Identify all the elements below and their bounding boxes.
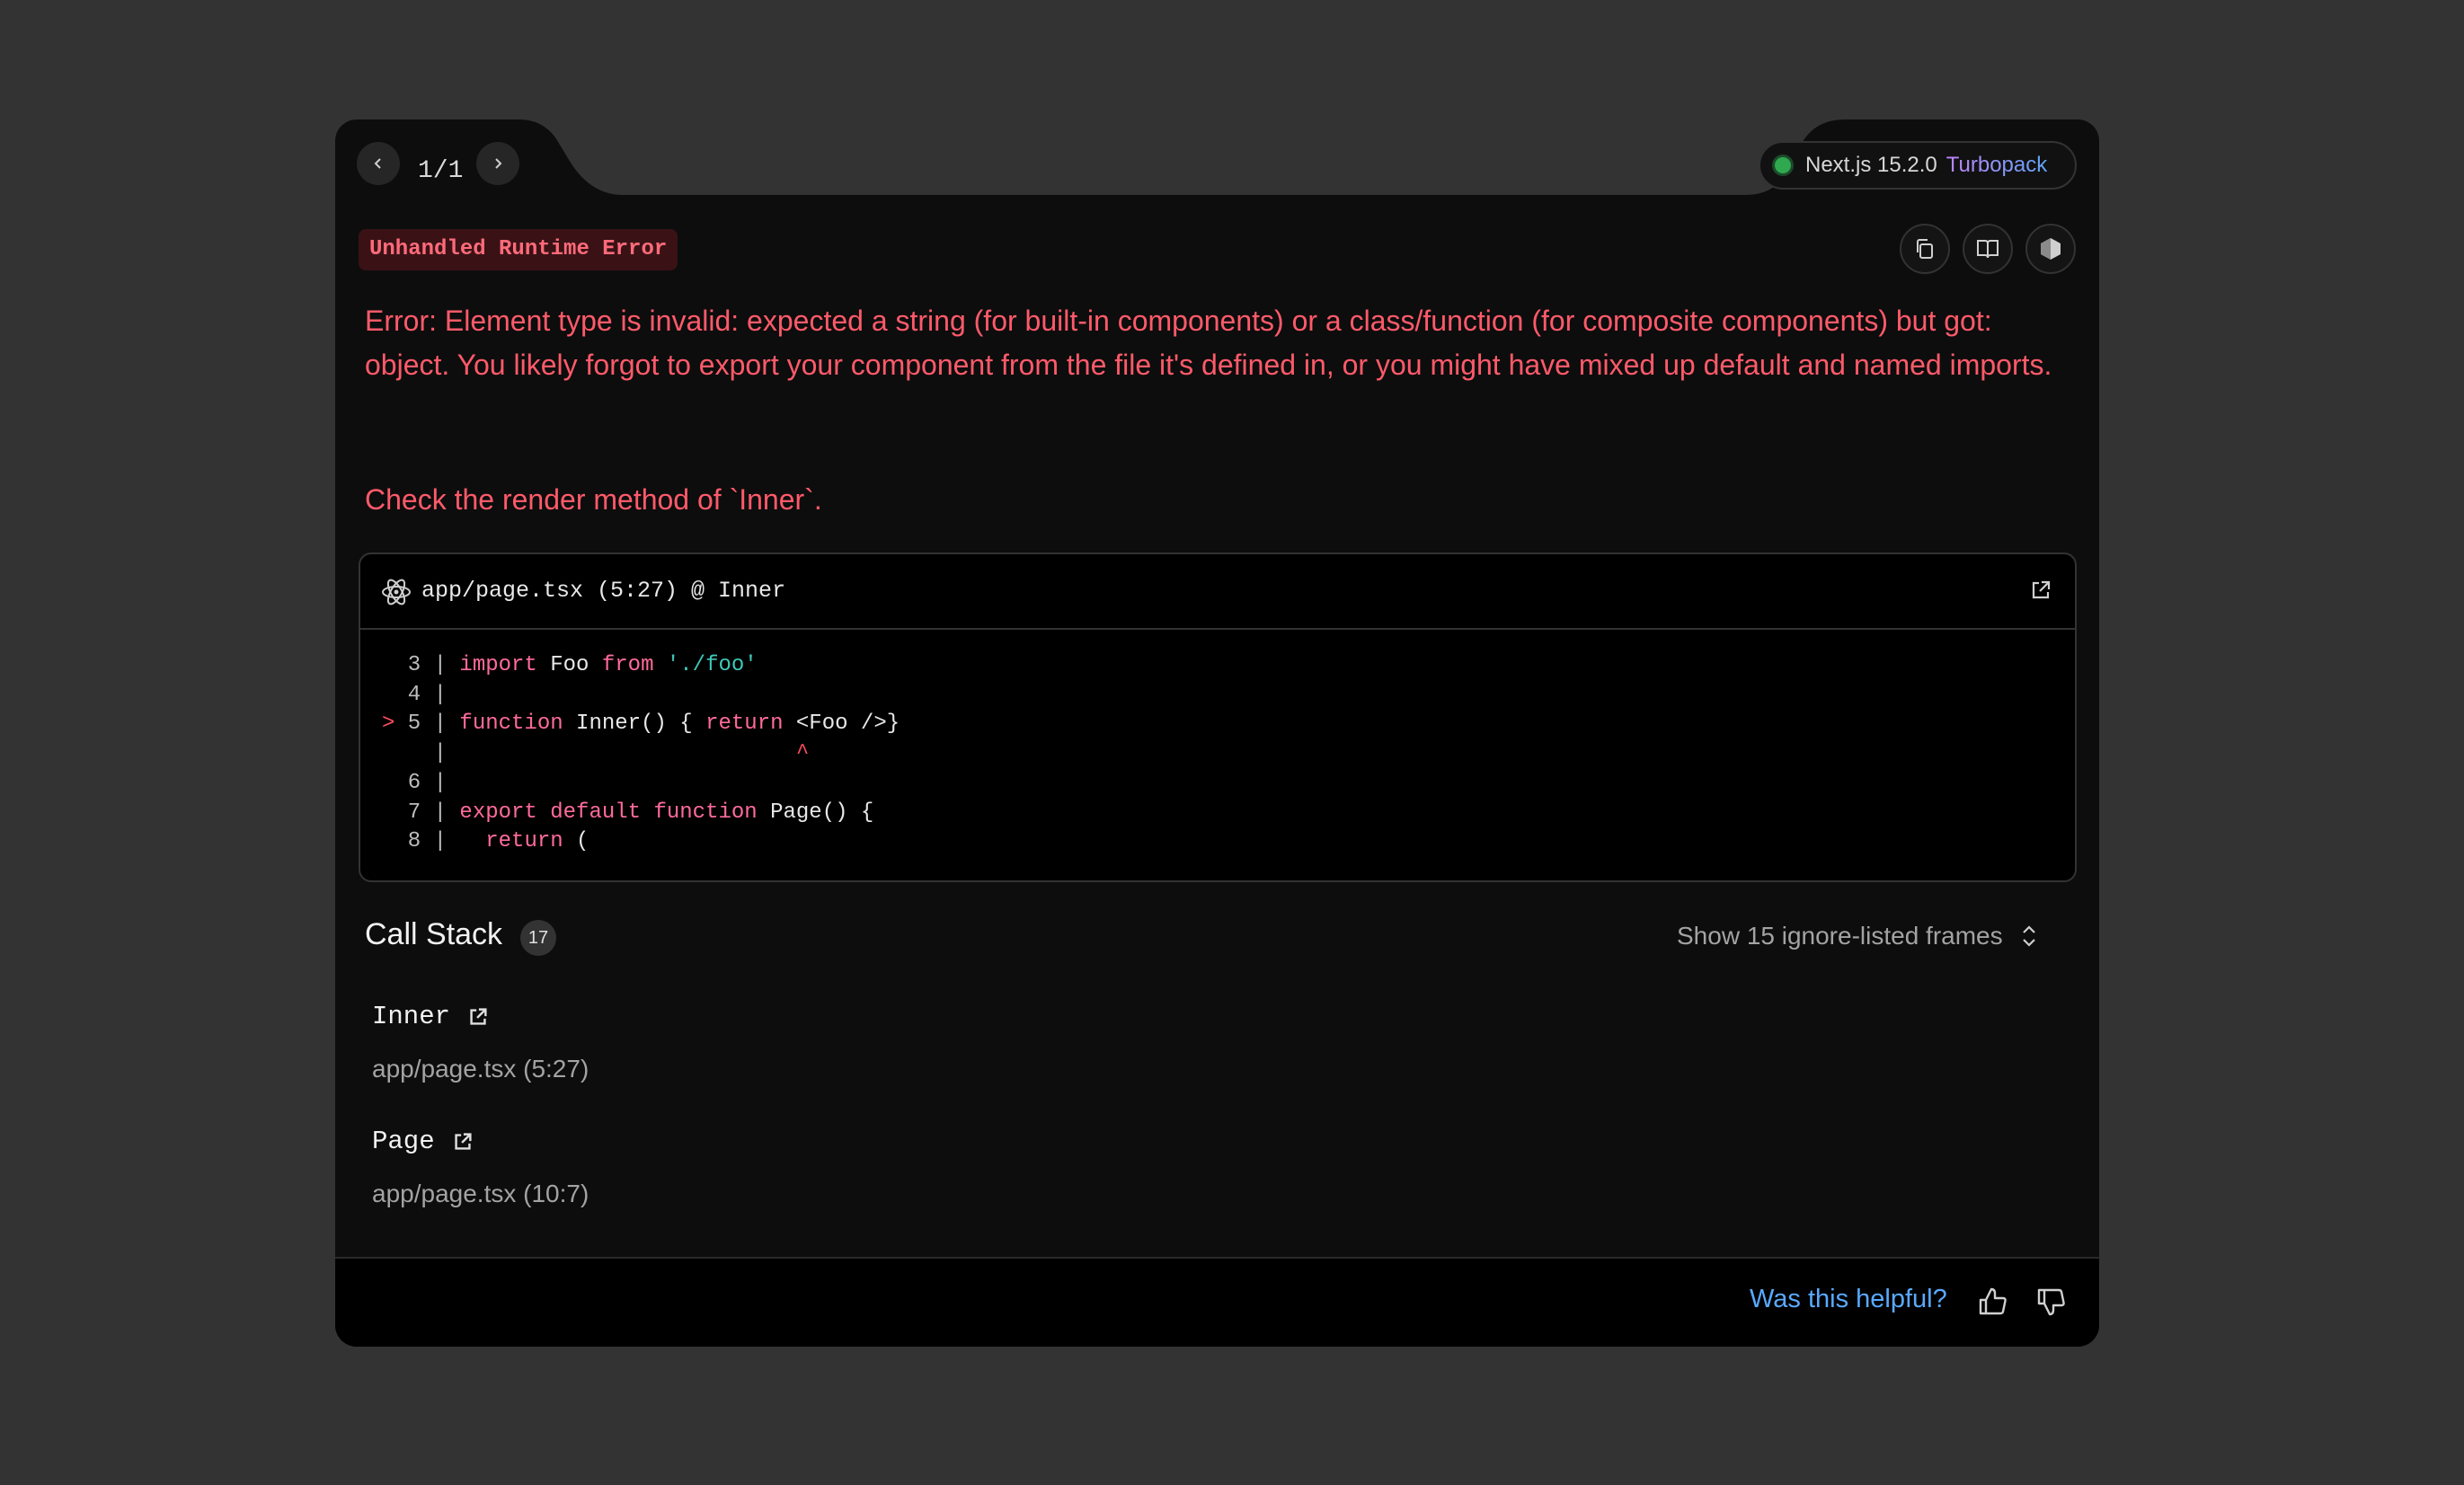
error-counter: 1/1 (418, 157, 464, 185)
open-in-editor-button[interactable] (2028, 578, 2053, 607)
show-ignored-frames-button[interactable]: Show 15 ignore-listed frames (1677, 922, 2039, 950)
external-link-icon (2032, 580, 2051, 599)
copy-icon (1917, 239, 1933, 259)
show-frames-label: Show 15 ignore-listed frames (1677, 922, 2003, 950)
code-line: 6 | (382, 769, 900, 799)
code-token: return (485, 829, 563, 854)
hexagon-icon (2041, 238, 2061, 260)
code-token: ( (563, 829, 589, 854)
thumbs-up-icon (1979, 1287, 2007, 1315)
line-number: 4 | (382, 682, 460, 707)
error-dialog: 1/1 Next.js 15.2.0 Turbopack Unhandled R… (335, 119, 2099, 1347)
code-frame: app/page.tsx (5:27) @ Inner 3 | import F… (359, 552, 2077, 882)
react-icon (382, 579, 411, 605)
book-icon (1977, 240, 1999, 259)
feedback-prompt: Was this helpful? (1750, 1285, 1947, 1313)
call-stack-title: Call Stack (365, 917, 503, 951)
version-indicator[interactable]: Next.js 15.2.0 Turbopack (1759, 141, 2077, 190)
code-frame-header: app/page.tsx (5:27) @ Inner (360, 554, 2075, 630)
dialog-footer: Was this helpful? (335, 1257, 2099, 1347)
next-error-button[interactable] (476, 142, 519, 185)
line-number: 6 | (382, 770, 460, 795)
previous-error-button[interactable] (357, 142, 400, 185)
error-message: Error: Element type is invalid: expected… (365, 305, 2052, 381)
code-line: 3 | import Foo from './foo' (382, 651, 900, 681)
code-snippet: 3 | import Foo from './foo' 4 | > 5 | fu… (382, 651, 900, 857)
code-token: return (705, 712, 784, 737)
external-link-icon[interactable] (451, 1130, 474, 1154)
chevron-up-down-icon (2022, 925, 2035, 947)
thumbs-down-icon (2037, 1288, 2065, 1316)
thumbs-down-button[interactable] (2035, 1286, 2068, 1322)
code-token: from (601, 653, 654, 677)
error-hint: Check the render method of `Inner`. (365, 483, 822, 516)
line-number: > 5 | (382, 712, 460, 737)
code-line: 8 | return ( (382, 827, 900, 857)
code-line: > 5 | function Inner() { return <Foo />} (382, 710, 900, 739)
nextjs-version: Next.js 15.2.0 (1805, 153, 1937, 177)
stack-frame-location: app/page.tsx (10:7) (372, 1180, 589, 1207)
line-number: 7 | (382, 800, 460, 825)
line-number: 3 | (382, 653, 460, 677)
nodejs-inspector-button[interactable] (2025, 224, 2076, 274)
code-token: './foo' (666, 653, 758, 677)
copy-button[interactable] (1900, 224, 1950, 274)
code-frame-file: app/page.tsx (5:27) @ Inner (421, 578, 786, 604)
stack-frame-location: app/page.tsx (5:27) (372, 1055, 589, 1083)
chevron-left-icon (374, 158, 381, 169)
thumbs-up-button[interactable] (1977, 1286, 2009, 1322)
code-token: Inner() { (563, 712, 706, 737)
code-token: Page() { (757, 800, 874, 825)
code-token: <Foo />} (783, 712, 900, 737)
line-number: 8 | (382, 829, 460, 854)
code-token: Foo (536, 653, 602, 677)
stack-frame-name[interactable]: Page (372, 1127, 474, 1156)
code-token: ^ (459, 741, 810, 766)
external-link-icon[interactable] (466, 1005, 490, 1029)
chevron-right-icon (495, 158, 502, 169)
code-line: | ^ (382, 739, 900, 769)
code-line: 4 | (382, 681, 900, 711)
call-stack-count: 17 (520, 920, 556, 956)
bundler-label: Turbopack (1945, 153, 2048, 177)
line-number: | (382, 741, 460, 766)
code-token: export default function (459, 800, 758, 825)
docs-button[interactable] (1963, 224, 2013, 274)
error-type-badge: Unhandled Runtime Error (359, 229, 678, 270)
status-dot-icon (1775, 157, 1791, 173)
code-line: 7 | export default function Page() { (382, 799, 900, 828)
code-token: function (459, 712, 563, 737)
code-token: import (459, 653, 537, 677)
stack-frame-name[interactable]: Inner (372, 1002, 490, 1031)
